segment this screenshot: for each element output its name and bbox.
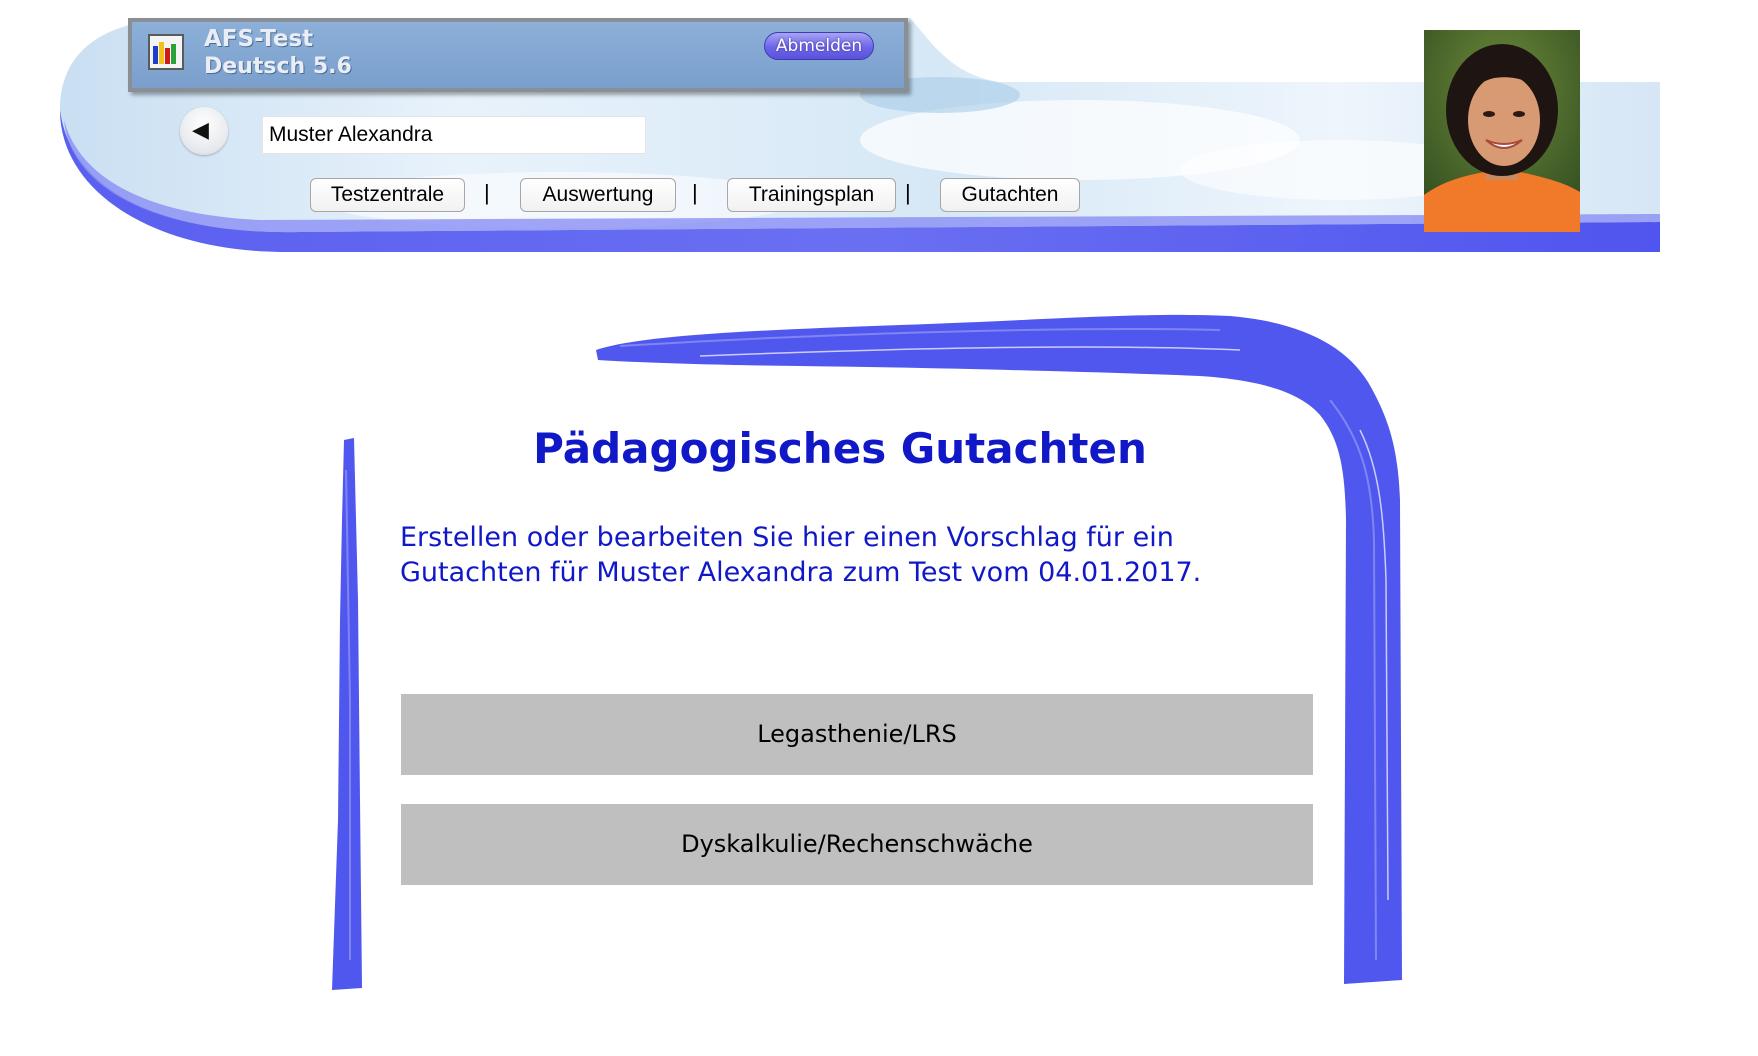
intro-line-2: Gutachten für Muster Alexandra zum Test … [400, 557, 1202, 588]
page: AFS-Test Deutsch 5.6 Abmelden ◀ Muster A… [0, 0, 1758, 1056]
page-title: Pädagogisches Gutachten [533, 424, 1147, 473]
intro-text: Erstellen oder bearbeiten Sie hier einen… [400, 520, 1300, 590]
dyskalkulie-button[interactable]: Dyskalkulie/Rechenschwäche [401, 804, 1313, 885]
legasthenie-button[interactable]: Legasthenie/LRS [401, 694, 1313, 775]
intro-line-1: Erstellen oder bearbeiten Sie hier einen… [400, 522, 1174, 553]
